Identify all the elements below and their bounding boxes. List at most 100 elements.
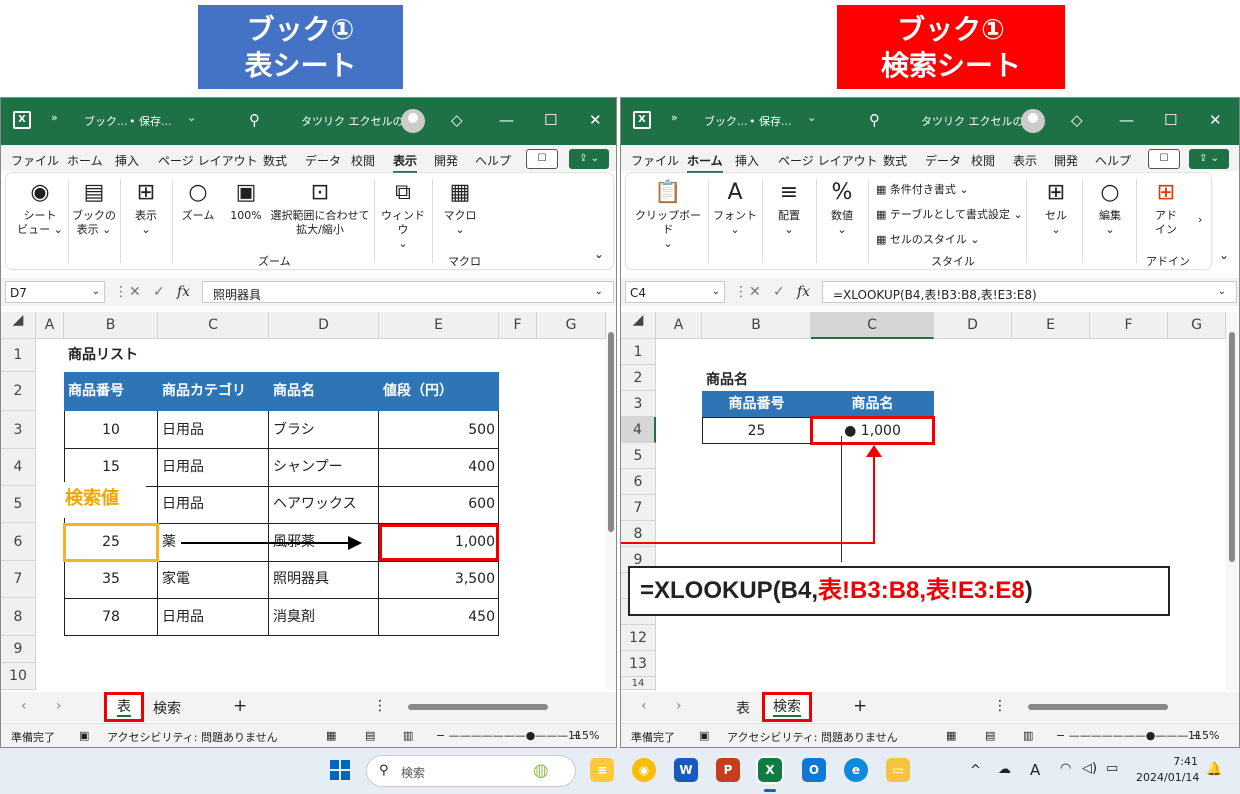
zoom-slider[interactable]: − ———————●——— + bbox=[436, 729, 581, 742]
table-cell[interactable]: シャンプー bbox=[269, 449, 347, 486]
row-header[interactable]: 14 bbox=[621, 677, 656, 690]
row-header[interactable]: 5 bbox=[621, 443, 656, 469]
show-hidden-icons[interactable]: ^ bbox=[970, 763, 981, 778]
normal-view-icon[interactable]: ▦ bbox=[946, 729, 956, 742]
row-header[interactable]: 7 bbox=[621, 495, 656, 521]
table-cell[interactable]: 日用品 bbox=[158, 598, 208, 636]
tab-sheet-table[interactable]: 表 bbox=[104, 692, 144, 722]
row-header[interactable]: 7 bbox=[1, 561, 36, 598]
table-cell[interactable]: ヘアワックス bbox=[269, 486, 361, 523]
row-header[interactable]: 3 bbox=[621, 391, 656, 417]
enter-icon[interactable]: ✓ bbox=[773, 284, 785, 300]
table-header[interactable]: 商品名 bbox=[269, 372, 379, 411]
menu-formulas[interactable]: 数式 bbox=[883, 152, 907, 169]
menu-formulas[interactable]: 数式 bbox=[263, 152, 287, 169]
search-icon[interactable]: ⚲ bbox=[869, 111, 880, 129]
sheet-title[interactable]: 商品リスト bbox=[64, 339, 142, 372]
horizontal-scrollbar[interactable] bbox=[398, 704, 598, 710]
maximize-icon[interactable]: ☐ bbox=[1164, 111, 1177, 129]
lookup-title[interactable]: 商品名 bbox=[702, 365, 752, 391]
row-header-selected[interactable]: 4 bbox=[621, 417, 656, 443]
accessibility-status[interactable]: アクセシビリティ: 問題ありません bbox=[107, 729, 278, 745]
addins-button[interactable]: ⊞ アド イン bbox=[1144, 179, 1188, 237]
menu-page-layout[interactable]: ページ レイアウト bbox=[778, 152, 878, 169]
page-break-icon[interactable]: ▥ bbox=[1023, 729, 1033, 742]
row-header[interactable]: 3 bbox=[1, 411, 36, 449]
table-cell[interactable]: 日用品 bbox=[158, 486, 208, 523]
menu-file[interactable]: ファイル bbox=[631, 152, 679, 169]
book-view-button[interactable]: ▤ ブックの 表示 ⌄ bbox=[72, 179, 116, 237]
zoom-100-button[interactable]: ▣ 100% bbox=[226, 179, 266, 223]
table-header[interactable]: 商品名 bbox=[811, 391, 934, 417]
col-header[interactable]: C bbox=[158, 312, 269, 339]
page-break-icon[interactable]: ▥ bbox=[403, 729, 413, 742]
more-options-icon[interactable]: ⋮ bbox=[373, 698, 387, 714]
normal-view-icon[interactable]: ▦ bbox=[326, 729, 336, 742]
save-status[interactable]: • 保存... bbox=[129, 113, 171, 129]
powerpoint-icon[interactable]: P bbox=[716, 758, 740, 782]
cancel-icon[interactable]: ✕ bbox=[129, 284, 141, 300]
onedrive-icon[interactable]: ☁ bbox=[998, 762, 1011, 777]
chevron-down-icon[interactable]: ⌄ bbox=[807, 111, 816, 124]
name-box[interactable]: C4 ⌄ bbox=[625, 281, 725, 303]
table-cell[interactable]: 15 bbox=[64, 449, 158, 486]
table-header[interactable]: 商品カテゴリ bbox=[158, 372, 269, 411]
start-icon[interactable] bbox=[330, 760, 350, 780]
menu-help[interactable]: ヘルプ bbox=[475, 152, 511, 169]
col-header[interactable]: E bbox=[1012, 312, 1090, 339]
table-cell[interactable]: 薬 bbox=[158, 523, 180, 561]
page-layout-icon[interactable]: ▤ bbox=[365, 729, 375, 742]
taskbar-search[interactable]: ⚲ 検索 ◍ bbox=[366, 755, 576, 787]
table-cell[interactable]: 600 bbox=[379, 486, 499, 523]
menu-view[interactable]: 表示 bbox=[393, 152, 418, 173]
row-header[interactable]: 9 bbox=[1, 636, 36, 663]
collapse-ribbon-icon[interactable]: ⌄ bbox=[1219, 248, 1229, 262]
row-header[interactable]: 12 bbox=[621, 625, 656, 651]
table-cell[interactable]: 450 bbox=[379, 598, 499, 636]
table-header[interactable]: 商品番号 bbox=[64, 372, 158, 411]
maximize-icon[interactable]: ☐ bbox=[544, 111, 557, 129]
more-options-icon[interactable]: ⋮ bbox=[734, 284, 748, 300]
accessibility-status[interactable]: アクセシビリティ: 問題ありません bbox=[727, 729, 898, 745]
table-header[interactable]: 商品番号 bbox=[702, 391, 811, 417]
cell-style-button[interactable]: ▦ セルのスタイル ⌄ bbox=[876, 231, 980, 247]
table-cell[interactable]: 照明器具 bbox=[269, 561, 333, 598]
tab-sheet-search[interactable]: 検索 bbox=[153, 698, 181, 718]
editing-button[interactable]: ○ 編集 ⌄ bbox=[1088, 179, 1132, 237]
minimize-icon[interactable]: — bbox=[499, 111, 514, 129]
menu-insert[interactable]: 挿入 bbox=[735, 152, 759, 169]
table-cell[interactable]: 日用品 bbox=[158, 411, 208, 449]
search-icon[interactable]: ⚲ bbox=[249, 111, 260, 129]
more-options-icon[interactable]: ⋮ bbox=[993, 698, 1007, 714]
expand-formula-icon[interactable]: ⌄ bbox=[595, 286, 603, 297]
notification-bell-icon[interactable]: 🔔 bbox=[1206, 762, 1222, 777]
col-header[interactable]: A bbox=[656, 312, 702, 339]
row-header[interactable]: 5 bbox=[1, 486, 36, 523]
menu-review[interactable]: 校閲 bbox=[971, 152, 995, 169]
row-header[interactable]: 10 bbox=[1, 663, 36, 690]
row-header[interactable]: 2 bbox=[621, 365, 656, 391]
tab-prev-icon[interactable]: ‹ bbox=[641, 698, 647, 714]
vertical-scrollbar[interactable] bbox=[606, 312, 616, 690]
col-header[interactable]: F bbox=[1090, 312, 1168, 339]
more-icon[interactable]: » bbox=[51, 111, 58, 124]
menu-home[interactable]: ホーム bbox=[687, 152, 723, 173]
formula-input[interactable]: 照明器具 ⌄ bbox=[202, 281, 614, 303]
macro-record-icon[interactable]: ▣ bbox=[79, 729, 89, 742]
menu-view[interactable]: 表示 bbox=[1013, 152, 1037, 169]
table-cell[interactable]: ブラシ bbox=[269, 411, 319, 449]
lookup-input-cell[interactable]: 25 bbox=[702, 417, 811, 444]
menu-insert[interactable]: 挿入 bbox=[115, 152, 139, 169]
show-button[interactable]: ⊞ 表示 ⌄ bbox=[124, 179, 168, 237]
number-button[interactable]: % 数値 ⌄ bbox=[820, 179, 864, 237]
excel-icon[interactable]: X bbox=[756, 756, 784, 784]
menu-data[interactable]: データ bbox=[305, 152, 341, 169]
col-header[interactable]: A bbox=[36, 312, 64, 339]
page-layout-icon[interactable]: ▤ bbox=[985, 729, 995, 742]
outlook-icon[interactable]: O bbox=[802, 758, 826, 782]
file-name[interactable]: ブック... bbox=[84, 113, 128, 129]
scroll-thumb[interactable] bbox=[1229, 332, 1235, 562]
notepad-icon[interactable]: ≡ bbox=[590, 758, 614, 782]
tab-next-icon[interactable]: › bbox=[676, 698, 682, 714]
edge-icon[interactable]: e bbox=[844, 758, 868, 782]
